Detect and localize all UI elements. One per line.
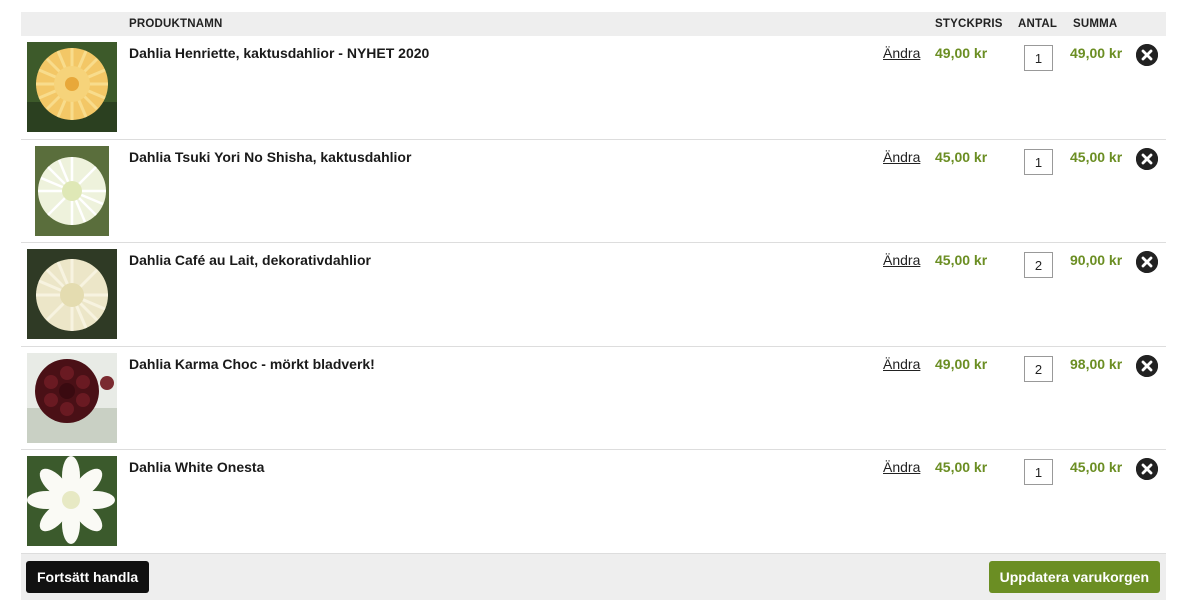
close-circle-icon bbox=[1136, 458, 1158, 481]
unit-price: 49,00 kr bbox=[935, 355, 988, 372]
line-total: 45,00 kr bbox=[1070, 459, 1123, 476]
edit-item-link[interactable]: Ändra bbox=[883, 252, 920, 268]
close-circle-icon bbox=[1136, 44, 1158, 66]
cart-item-row: Dahlia Tsuki Yori No Shisha, kaktusdahli… bbox=[21, 140, 1166, 244]
close-circle-icon bbox=[1136, 354, 1158, 377]
product-image[interactable] bbox=[27, 42, 117, 132]
update-cart-button[interactable]: Uppdatera varukorgen bbox=[988, 560, 1160, 593]
line-total: 98,00 kr bbox=[1070, 355, 1123, 372]
product-image[interactable] bbox=[27, 145, 117, 236]
line-total: 49,00 kr bbox=[1070, 45, 1123, 61]
quantity-input[interactable]: 1 bbox=[1024, 459, 1053, 486]
product-image[interactable] bbox=[27, 456, 117, 547]
close-circle-icon bbox=[1136, 147, 1158, 170]
product-name: Dahlia Henriette, kaktusdahlior - NYHET … bbox=[129, 45, 430, 61]
remove-item-button[interactable] bbox=[1136, 44, 1158, 66]
cart-footer: Fortsätt handla Uppdatera varukorgen bbox=[21, 553, 1166, 600]
line-total: 90,00 kr bbox=[1070, 252, 1123, 269]
quantity-input[interactable]: 1 bbox=[1024, 148, 1053, 175]
quantity-input[interactable]: 1 bbox=[1024, 45, 1053, 71]
cart-item-row: Dahlia Café au Lait, dekorativdahlior Än… bbox=[21, 243, 1166, 347]
cart-header-row: PRODUKTNAMN STYCKPRIS ANTAL SUMMA bbox=[21, 12, 1166, 36]
edit-item-link[interactable]: Ändra bbox=[883, 149, 920, 165]
close-circle-icon bbox=[1136, 251, 1158, 274]
dark-red-dahlia-photo-icon bbox=[27, 352, 117, 443]
cart-item-row: Dahlia White Onesta Ändra 45,00 kr 1 45,… bbox=[21, 450, 1166, 554]
line-total: 45,00 kr bbox=[1070, 148, 1123, 165]
remove-item-button[interactable] bbox=[1136, 251, 1158, 274]
continue-shopping-button[interactable]: Fortsätt handla bbox=[26, 560, 150, 593]
unit-price: 45,00 kr bbox=[935, 252, 988, 269]
edit-item-link[interactable]: Ändra bbox=[883, 356, 920, 372]
quantity-input[interactable]: 2 bbox=[1024, 252, 1053, 279]
white-cactus-dahlia-photo-icon bbox=[27, 145, 117, 236]
edit-item-link[interactable]: Ändra bbox=[883, 459, 920, 475]
product-name: Dahlia Café au Lait, dekorativdahlior bbox=[129, 252, 371, 269]
product-name: Dahlia Karma Choc - mörkt bladverk! bbox=[129, 355, 375, 372]
product-image[interactable] bbox=[27, 352, 117, 443]
quantity-input[interactable]: 2 bbox=[1024, 355, 1053, 382]
edit-item-link[interactable]: Ändra bbox=[883, 45, 920, 61]
yellow-cactus-dahlia-photo-icon bbox=[27, 42, 117, 132]
remove-item-button[interactable] bbox=[1136, 354, 1158, 377]
product-name: Dahlia Tsuki Yori No Shisha, kaktusdahli… bbox=[129, 148, 412, 165]
remove-item-button[interactable] bbox=[1136, 458, 1158, 481]
remove-item-button[interactable] bbox=[1136, 147, 1158, 170]
column-header-product-name: PRODUKTNAMN bbox=[129, 18, 223, 30]
white-dahlia-photo-icon bbox=[27, 456, 117, 547]
cart-item-row: Dahlia Henriette, kaktusdahlior - NYHET … bbox=[21, 36, 1166, 140]
unit-price: 45,00 kr bbox=[935, 148, 988, 165]
column-header-sum: SUMMA bbox=[1073, 18, 1118, 30]
product-image[interactable] bbox=[27, 249, 117, 340]
column-header-quantity: ANTAL bbox=[1018, 18, 1058, 30]
cream-decorative-dahlia-photo-icon bbox=[27, 249, 117, 340]
product-name: Dahlia White Onesta bbox=[129, 459, 265, 476]
unit-price: 45,00 kr bbox=[935, 459, 988, 476]
cart-item-row: Dahlia Karma Choc - mörkt bladverk! Ändr… bbox=[21, 347, 1166, 451]
unit-price: 49,00 kr bbox=[935, 45, 988, 61]
column-header-unit-price: STYCKPRIS bbox=[935, 18, 1003, 30]
shopping-cart-table: PRODUKTNAMN STYCKPRIS ANTAL SUMMA Dahlia… bbox=[21, 12, 1166, 600]
